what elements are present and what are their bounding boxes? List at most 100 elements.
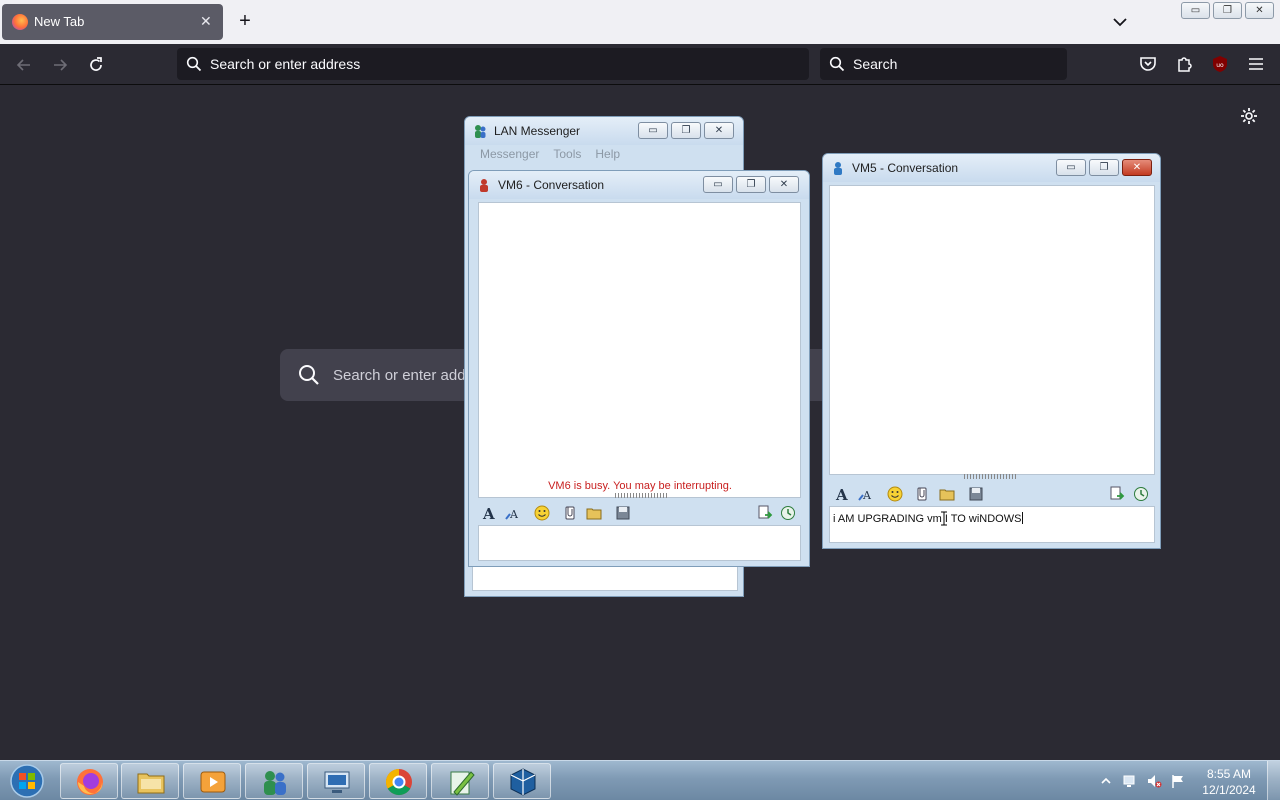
menu-help[interactable]: Help xyxy=(595,147,620,167)
lan-messenger-icon xyxy=(264,771,286,795)
ublock-origin-icon[interactable]: uo xyxy=(1210,54,1230,74)
font-color-icon[interactable]: A xyxy=(505,505,521,521)
search-icon xyxy=(299,365,319,385)
font-icon[interactable]: A xyxy=(835,486,851,502)
reload-icon[interactable] xyxy=(86,55,106,75)
history-icon[interactable] xyxy=(1133,486,1149,502)
chevron-down-icon[interactable] xyxy=(1110,12,1130,32)
restore-button[interactable]: ❐ xyxy=(736,176,766,193)
user-online-icon xyxy=(834,162,842,175)
navigation-toolbar: Search or enter address Search xyxy=(0,44,1280,85)
pocket-icon[interactable] xyxy=(1138,54,1158,74)
show-desktop-button[interactable] xyxy=(1267,761,1280,800)
vm5-conversation-window: VM5 - Conversation ▭ ❐ ✕ A A i AM UPGRAD… xyxy=(822,153,1161,549)
vm6-message-history[interactable] xyxy=(478,202,801,498)
media-player-icon xyxy=(200,771,226,793)
hamburger-menu-icon[interactable] xyxy=(1246,54,1266,74)
transfer-icon[interactable] xyxy=(1109,486,1125,502)
remote-desktop-icon xyxy=(324,771,350,793)
search-icon xyxy=(829,56,845,72)
tab-strip: New Tab ✕ + ▭ ❐ ✕ xyxy=(0,0,1280,44)
restore-button[interactable]: ❐ xyxy=(1089,159,1119,176)
vm5-title: VM5 - Conversation xyxy=(852,161,959,175)
system-clock[interactable]: 8:55 AM 12/1/2024 xyxy=(1196,766,1262,798)
vm6-conversation-window: VM6 - Conversation ▭ ❐ ✕ VM6 is busy. Yo… xyxy=(468,170,810,567)
clock-time: 8:55 AM xyxy=(1206,767,1252,781)
minimize-button[interactable]: ▭ xyxy=(638,122,668,139)
vm5-window-controls: ▭ ❐ ✕ xyxy=(1056,159,1152,176)
lan-messenger-title: LAN Messenger xyxy=(494,124,581,138)
send-file-icon[interactable] xyxy=(562,505,578,521)
lan-window-controls: ▭ ❐ ✕ xyxy=(638,122,734,139)
taskbar-chrome[interactable] xyxy=(369,763,427,799)
volume-muted-icon[interactable] xyxy=(1146,773,1162,789)
address-bar[interactable]: Search or enter address xyxy=(177,48,809,80)
notepad-plus-icon xyxy=(450,771,475,796)
vm5-input-value: i AM UPGRADING vm I TO wiNDOWS xyxy=(833,513,1022,525)
network-icon[interactable] xyxy=(1122,773,1138,789)
firefox-icon xyxy=(77,769,103,795)
splitter-grip[interactable] xyxy=(615,493,667,498)
search-bar[interactable]: Search xyxy=(820,48,1067,80)
address-bar-placeholder: Search or enter address xyxy=(210,56,361,72)
taskbar-remote-desktop[interactable] xyxy=(307,763,365,799)
taskbar-virtualbox[interactable] xyxy=(493,763,551,799)
close-button[interactable]: ✕ xyxy=(1245,2,1274,19)
search-icon xyxy=(186,56,202,72)
save-icon[interactable] xyxy=(968,486,984,502)
taskbar-media-player[interactable] xyxy=(183,763,241,799)
action-center-flag-icon[interactable] xyxy=(1170,773,1186,789)
close-button[interactable]: ✕ xyxy=(1122,159,1152,176)
restore-button[interactable]: ❐ xyxy=(1213,2,1242,19)
menu-messenger[interactable]: Messenger xyxy=(480,147,539,167)
restore-button[interactable]: ❐ xyxy=(671,122,701,139)
tab-title: New Tab xyxy=(34,14,85,29)
tab-new-tab[interactable]: New Tab ✕ xyxy=(2,4,223,40)
taskbar-lan-messenger[interactable] xyxy=(245,763,303,799)
show-hidden-icons-icon[interactable] xyxy=(1098,773,1114,789)
send-file-icon[interactable] xyxy=(914,486,930,502)
vm6-busy-status: VM6 is busy. You may be interrupting. xyxy=(548,480,732,492)
extensions-icon[interactable] xyxy=(1174,54,1194,74)
close-button[interactable]: ✕ xyxy=(769,176,799,193)
minimize-button[interactable]: ▭ xyxy=(1181,2,1210,19)
vm5-toolbar: A A xyxy=(829,483,1155,505)
font-icon[interactable]: A xyxy=(482,505,498,521)
start-button-icon[interactable] xyxy=(7,763,47,799)
virtualbox-icon xyxy=(510,768,536,796)
forward-arrow-icon[interactable] xyxy=(50,55,70,75)
vm5-message-history[interactable] xyxy=(829,185,1155,475)
vm5-message-input[interactable]: i AM UPGRADING vm I TO wiNDOWS xyxy=(829,506,1155,543)
window-controls: ▭ ❐ ✕ xyxy=(1181,2,1274,20)
search-bar-placeholder: Search xyxy=(853,56,898,72)
taskbar-notepad-plus[interactable] xyxy=(431,763,489,799)
taskbar: 8:55 AM 12/1/2024 xyxy=(0,760,1280,800)
clock-date: 12/1/2024 xyxy=(1202,783,1256,797)
font-color-icon[interactable]: A xyxy=(858,486,874,502)
smiley-icon[interactable] xyxy=(887,486,903,502)
lan-menubar: Messenger Tools Help xyxy=(472,147,620,167)
chrome-icon xyxy=(385,768,412,796)
transfer-icon[interactable] xyxy=(757,505,773,521)
minimize-button[interactable]: ▭ xyxy=(1056,159,1086,176)
tab-close-button[interactable]: ✕ xyxy=(200,13,212,30)
menu-tools[interactable]: Tools xyxy=(553,147,581,167)
splitter-grip[interactable] xyxy=(964,474,1018,479)
gear-icon[interactable] xyxy=(1239,106,1259,126)
send-folder-icon[interactable] xyxy=(586,505,602,521)
close-button[interactable]: ✕ xyxy=(704,122,734,139)
user-busy-icon xyxy=(480,179,488,192)
firefox-icon xyxy=(12,14,28,30)
save-icon[interactable] xyxy=(615,505,631,521)
new-tab-button[interactable]: + xyxy=(234,10,256,32)
smiley-icon[interactable] xyxy=(534,505,550,521)
minimize-button[interactable]: ▭ xyxy=(703,176,733,193)
back-arrow-icon[interactable] xyxy=(14,55,34,75)
history-icon[interactable] xyxy=(780,505,796,521)
vm6-message-input[interactable] xyxy=(478,525,801,561)
taskbar-file-explorer[interactable] xyxy=(121,763,179,799)
lan-messenger-icon xyxy=(475,125,486,138)
folder-icon xyxy=(137,773,165,794)
taskbar-firefox[interactable] xyxy=(60,763,118,799)
send-folder-icon[interactable] xyxy=(939,486,955,502)
